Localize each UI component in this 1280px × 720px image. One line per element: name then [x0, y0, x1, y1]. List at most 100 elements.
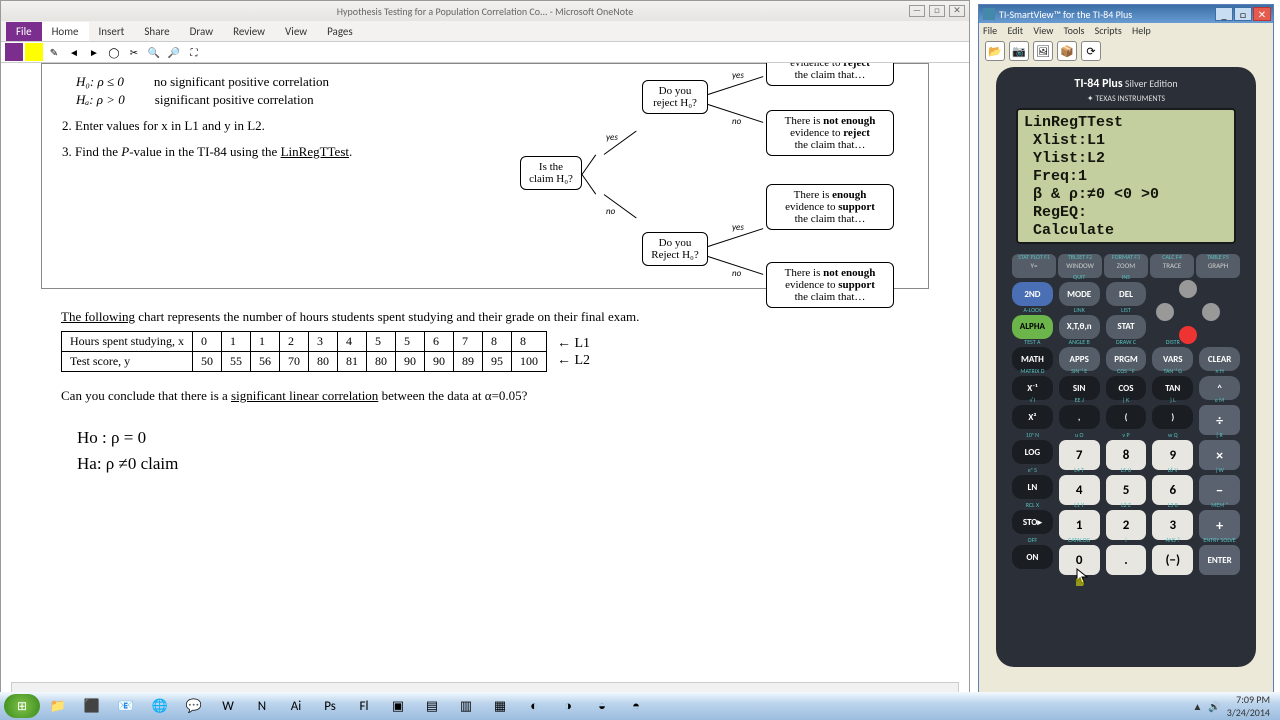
key-mode[interactable]: MODE — [1059, 282, 1100, 306]
sv-tool5-icon[interactable]: ⟳ — [1081, 41, 1101, 61]
minimize-button[interactable]: — — [909, 5, 925, 17]
key-dot[interactable]: . — [1106, 545, 1147, 575]
menu-file[interactable]: File — [983, 24, 997, 37]
calc-screen: LinRegTTest Xlist:L1 Ylist:L2 Freq:1 β &… — [1016, 108, 1236, 244]
calc-header: TI-84 Plus Silver Edition ✦ TEXAS INSTRU… — [1004, 75, 1248, 108]
sv-tool4-icon[interactable]: 📦 — [1057, 41, 1077, 61]
eraser-icon[interactable]: ✂ — [125, 43, 143, 61]
key-trace[interactable]: TRACE — [1150, 254, 1194, 278]
taskbar-onenote-icon[interactable]: N — [246, 694, 278, 718]
highlighter-icon[interactable] — [25, 43, 43, 61]
taskbar-app6-icon[interactable]: ◐ — [518, 694, 550, 718]
example-question: Can you conclude that there is a signifi… — [61, 388, 959, 404]
taskbar-app3-icon[interactable]: ▤ — [416, 694, 448, 718]
taskbar-app2-icon[interactable]: ▣ — [382, 694, 414, 718]
menu-view[interactable]: View — [1033, 24, 1053, 37]
sv-tool1-icon[interactable]: 📂 — [985, 41, 1005, 61]
key-2nd[interactable]: 2ND — [1012, 282, 1053, 306]
dpad-up[interactable] — [1179, 280, 1197, 298]
tab-insert[interactable]: Insert — [89, 22, 135, 41]
key-y-equals[interactable]: Y= — [1012, 254, 1056, 278]
tab-review[interactable]: Review — [223, 22, 275, 41]
maximize-button[interactable]: □ — [929, 5, 945, 17]
table-row: Hours spent studying, x 011234556788 — [62, 332, 547, 352]
zoom-in-icon[interactable]: 🔎 — [165, 43, 183, 61]
top-content-box: H₀: ρ ≤ 0no significant positive correla… — [41, 63, 929, 289]
arrow-right-icon[interactable]: ► — [85, 43, 103, 61]
tray-date[interactable]: 3/24/2014 — [1227, 706, 1270, 719]
tab-pages[interactable]: Pages — [317, 22, 363, 41]
dpad-left[interactable] — [1156, 303, 1174, 321]
sv-minimize-button[interactable]: _ — [1215, 7, 1233, 21]
key-xton[interactable]: X,T,θ,n — [1059, 315, 1100, 339]
tray-icon[interactable]: 🔊 — [1208, 700, 1220, 713]
calc-keypad: 2ND MODE DEL ALPHA X,T,θ,n STAT MATH APP… — [1012, 282, 1240, 575]
key-neg[interactable]: (−) — [1152, 545, 1193, 575]
key-0[interactable]: 0 — [1059, 545, 1100, 575]
key-del[interactable]: DEL — [1106, 282, 1147, 306]
close-button[interactable]: ✕ — [949, 5, 965, 17]
tab-file[interactable]: File — [6, 22, 42, 41]
taskbar-chrome-icon[interactable]: 🌐 — [144, 694, 176, 718]
fullscreen-icon[interactable]: ⛶ — [185, 43, 203, 61]
tab-share[interactable]: Share — [134, 22, 179, 41]
flow-no-3: no — [732, 268, 741, 279]
lasso-icon[interactable]: ◯ — [105, 43, 123, 61]
start-button[interactable]: ⊞ — [4, 694, 40, 718]
key-x2[interactable]: X² — [1012, 405, 1053, 429]
pen2-icon[interactable]: ✎ — [45, 43, 63, 61]
taskbar-outlook-icon[interactable]: 📧 — [110, 694, 142, 718]
onenote-page[interactable]: H₀: ρ ≤ 0no significant positive correla… — [11, 63, 959, 679]
tray-icon[interactable]: ▲ — [1192, 700, 1202, 713]
menu-scripts[interactable]: Scripts — [1095, 24, 1122, 37]
smartview-menubar: File Edit View Tools Scripts Help — [979, 23, 1273, 39]
taskbar-word-icon[interactable]: W — [212, 694, 244, 718]
key-rparen[interactable]: ) — [1152, 405, 1193, 429]
taskbar-skype-icon[interactable]: 💬 — [178, 694, 210, 718]
taskbar-app8-icon[interactable]: ◒ — [586, 694, 618, 718]
sv-tool2-icon[interactable]: 📷 — [1009, 41, 1029, 61]
taskbar-app9-icon[interactable]: ◓ — [620, 694, 652, 718]
sv-close-button[interactable]: ✕ — [1253, 7, 1271, 21]
key-graph[interactable]: GRAPH — [1196, 254, 1240, 278]
key-ln[interactable]: LN — [1012, 475, 1053, 499]
tab-home[interactable]: Home — [42, 22, 89, 41]
key-sto[interactable]: STO▸ — [1012, 510, 1053, 534]
key-stat[interactable]: STAT — [1106, 315, 1147, 339]
taskbar-explorer-icon[interactable]: 📁 — [42, 694, 74, 718]
flow-q3: Do you Reject H₀? — [642, 232, 708, 266]
key-comma[interactable]: , — [1059, 405, 1100, 429]
tab-view[interactable]: View — [275, 22, 317, 41]
flow-r2: There is not enoughevidence to rejectthe… — [766, 110, 894, 156]
key-lparen[interactable]: ( — [1106, 405, 1147, 429]
key-on[interactable]: ON — [1012, 545, 1053, 569]
row1-label: Hours spent studying, x — [62, 332, 193, 352]
flow-r3: There is enoughevidence to supportthe cl… — [766, 184, 894, 230]
menu-tools[interactable]: Tools — [1064, 24, 1085, 37]
flow-r1: evidence to rejectthe claim that… — [766, 63, 894, 86]
dpad-right[interactable] — [1202, 303, 1220, 321]
flow-yes-1: yes — [606, 132, 618, 143]
taskbar-ai-icon[interactable]: Ai — [280, 694, 312, 718]
taskbar-fl-icon[interactable]: Fl — [348, 694, 380, 718]
arrow-left-icon[interactable]: ◄ — [65, 43, 83, 61]
onenote-title: Hypothesis Testing for a Population Corr… — [337, 5, 633, 18]
pen-tool-icon[interactable] — [5, 43, 23, 61]
menu-edit[interactable]: Edit — [1007, 24, 1023, 37]
tray-time[interactable]: 7:09 PM — [1227, 693, 1270, 706]
sv-tool3-icon[interactable]: 🖼 — [1033, 41, 1053, 61]
key-log[interactable]: LOG — [1012, 440, 1053, 464]
taskbar-ps-icon[interactable]: Ps — [314, 694, 346, 718]
tab-draw[interactable]: Draw — [180, 22, 223, 41]
taskbar-app4-icon[interactable]: ▥ — [450, 694, 482, 718]
flow-yes-2: yes — [732, 70, 744, 81]
taskbar-app-icon[interactable]: ⬛ — [76, 694, 108, 718]
zoom-out-icon[interactable]: 🔍 — [145, 43, 163, 61]
menu-help[interactable]: Help — [1132, 24, 1151, 37]
taskbar-app7-icon[interactable]: ◑ — [552, 694, 584, 718]
sv-maximize-button[interactable]: □ — [1234, 7, 1252, 21]
taskbar-app5-icon[interactable]: ▦ — [484, 694, 516, 718]
flow-q1: Is the claim H₀? — [520, 156, 582, 190]
key-alpha[interactable]: ALPHA — [1012, 315, 1053, 339]
key-enter[interactable]: ENTER — [1199, 545, 1240, 575]
